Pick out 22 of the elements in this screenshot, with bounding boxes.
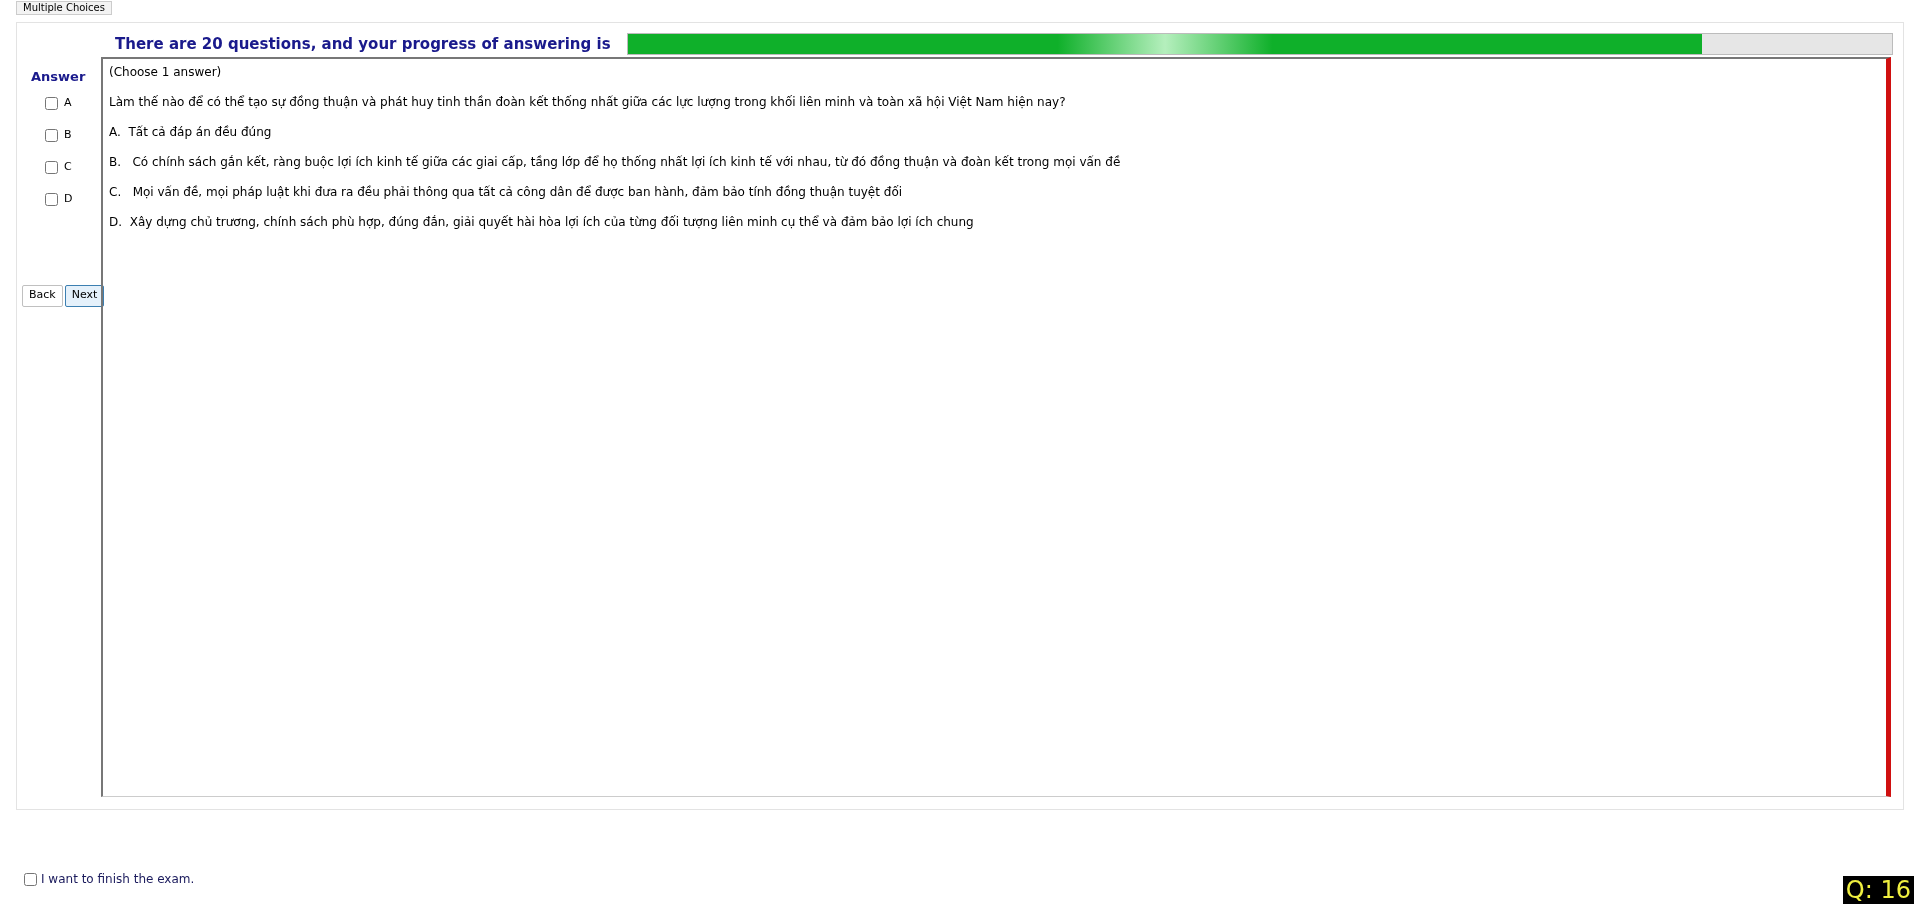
option-label: A xyxy=(64,95,72,112)
choice-text: D. Xây dựng chủ trương, chính sách phù hợp, đúng đắn, giải quyết hài hòa lợi ích của từng đối tượng liên minh cụ thể và đảm bảo lợi ích chung xyxy=(109,214,975,231)
answer-checkbox[interactable] xyxy=(45,193,58,206)
nav-button[interactable]: Back xyxy=(22,284,63,307)
choice-text: A. Tất cả đáp án đều đúng xyxy=(109,124,273,141)
nav-button[interactable]: Next xyxy=(64,284,105,307)
option-label: D xyxy=(64,191,73,208)
answer-checkbox[interactable] xyxy=(45,129,58,142)
option-label: B xyxy=(64,127,72,144)
choice-text: B. Có chính sách gắn kết, ràng buộc lợi ích kinh tế giữa các giai cấp, tầng lớp để họ thống nhất lợi ích kinh tế với nhau, từ đó đồng thuận và đoàn kết trong mọi vấn đề xyxy=(109,154,1122,171)
tab[interactable]: Multiple Choices xyxy=(16,1,112,15)
question-text: Làm thế nào để có thể tạo sự đồng thuận và phát huy tinh thần đoàn kết thống nhất giữa các lực lượng trong khối liên minh và toàn xã hội Việt Nam hiện nay? xyxy=(109,94,1067,111)
choice-text: C. Mọi vấn đề, mọi pháp luật khi đưa ra đều phải thông qua tất cả công dân để được ban hành, đảm bảo tính đồng thuận tuyệt đối xyxy=(109,184,904,201)
option-label: C xyxy=(64,159,72,176)
answer-checkbox[interactable] xyxy=(45,161,58,174)
progress-label: There are 20 questions, and your progress of answering is xyxy=(115,33,611,55)
question-counter: Q: 16 xyxy=(1842,876,1914,904)
answer-title: Answer xyxy=(31,68,87,86)
answer-checkbox[interactable] xyxy=(45,97,58,110)
finish-checkbox[interactable] xyxy=(24,872,37,886)
finish-label: I want to finish the exam. xyxy=(41,871,195,888)
instruction-text: (Choose 1 answer) xyxy=(109,64,223,81)
